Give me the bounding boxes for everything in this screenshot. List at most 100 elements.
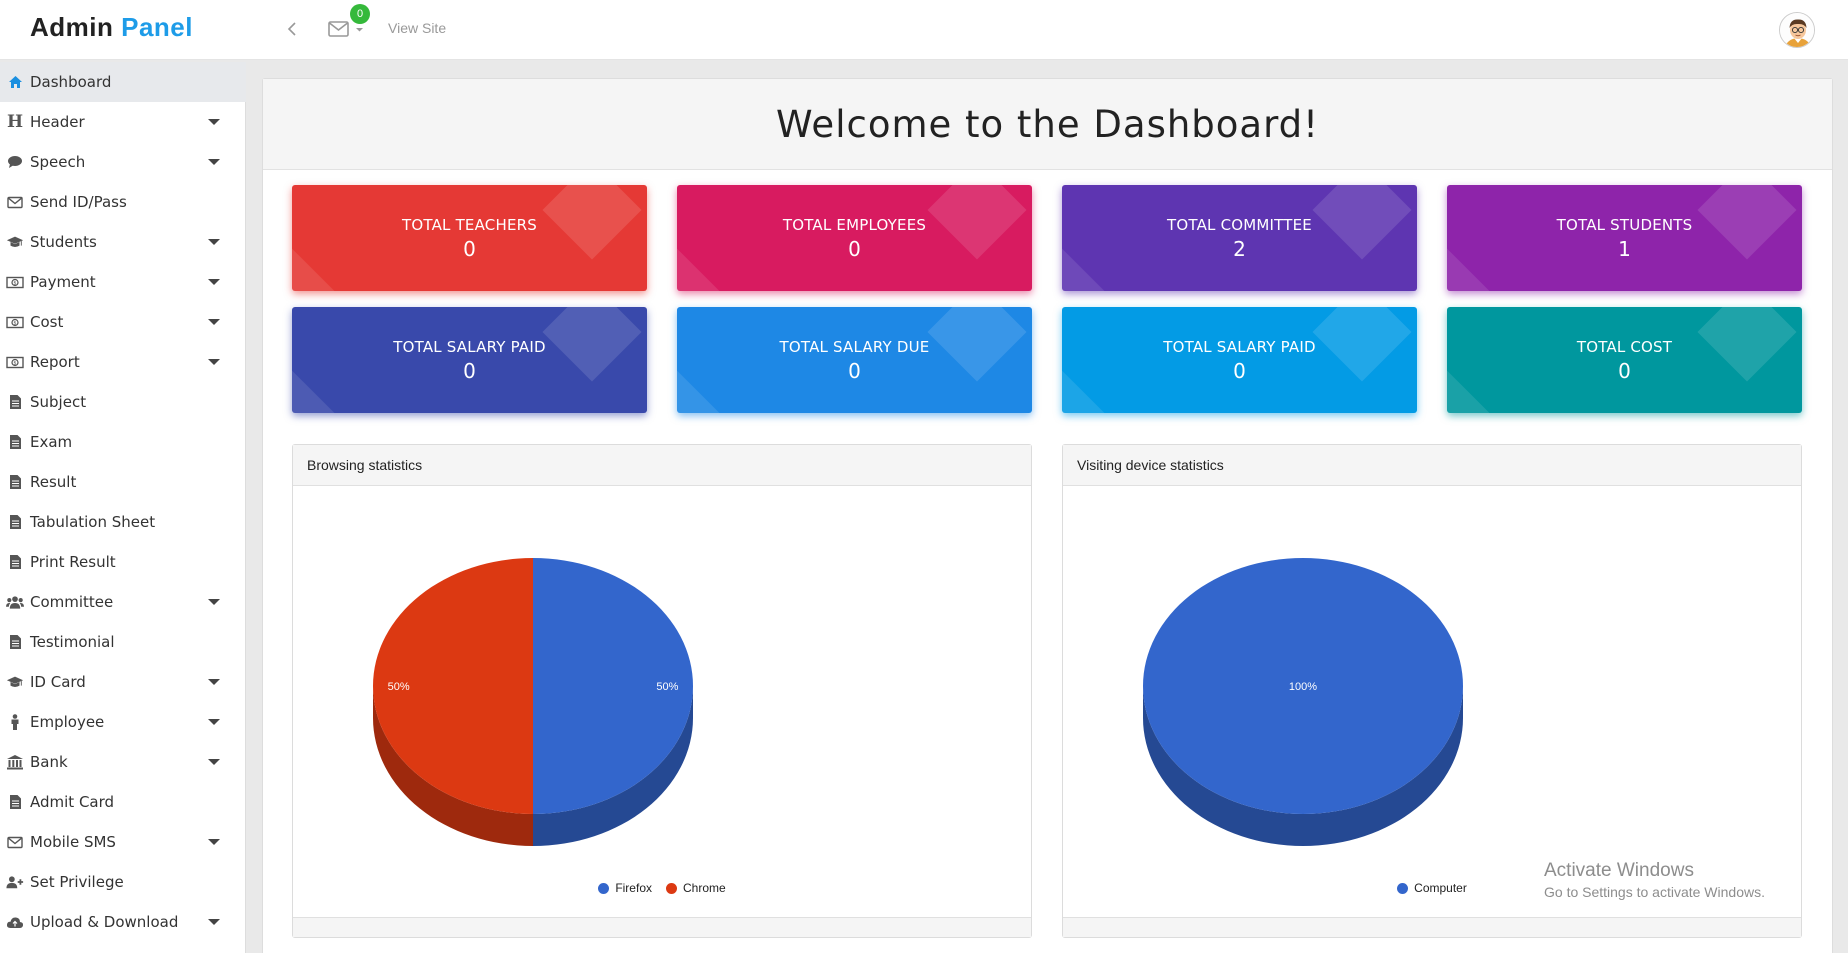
sidebar-item-label: Result [30,473,77,491]
sidebar-item-label: Report [30,353,80,371]
sidebar-item-label: Bank [30,753,68,771]
sidebar-item-label: Tabulation Sheet [30,513,156,531]
caret-down-icon [208,919,220,925]
sidebar-item-print-result[interactable]: Print Result [0,542,246,582]
svg-text:$: $ [13,360,16,366]
sidebar-toggle-chevron-left-icon[interactable] [282,17,302,41]
welcome-header: Welcome to the Dashboard! [263,79,1832,170]
sidebar-item-cost[interactable]: $ Cost [0,302,246,342]
sidebar-nav: Dashboard H Header Speech Send ID/Pass Studen… [0,62,246,953]
caret-down-icon [208,359,220,365]
sidebar-item-label: Header [30,113,85,131]
sidebar-item-label: Speech [30,153,86,171]
browsing-statistics-panel: Browsing statistics 50% 50% Firefox Chrome [292,444,1032,938]
windows-activation-watermark: Activate Windows Go to Settings to activ… [1544,860,1765,900]
sidebar-item-set-privilege[interactable]: Set Privilege [0,862,246,902]
stat-value: 1 [1618,237,1631,261]
legend-label: Firefox [615,881,652,895]
pie-data-label: 50% [656,681,678,693]
sidebar-item-testimonial[interactable]: Testimonial [0,622,246,662]
sidebar-item-label: Dashboard [30,73,112,91]
sidebar-item-id-card[interactable]: ID Card [0,662,246,702]
sidebar-item-upload-download[interactable]: Upload & Download [0,902,246,942]
sidebar-item-committee[interactable]: Committee [0,582,246,622]
sidebar-item-label: Employee [30,713,105,731]
file-icon [6,633,24,651]
sidebar-item-label: Payment [30,273,96,291]
sidebar-item-subject[interactable]: Subject [0,382,246,422]
sidebar-item-label: Upload & Download [30,913,179,931]
caret-down-icon [208,319,220,325]
stat-label: TOTAL COST [1576,338,1673,356]
stat-value: 0 [848,359,861,383]
graduation-cap-icon [6,233,24,251]
stat-card-total-teachers: TOTAL TEACHERS 0 [292,185,647,291]
header-icon: H [6,112,24,132]
sidebar-item-label: Send ID/Pass [30,193,127,211]
panel-title: Visiting device statistics [1063,445,1801,486]
bank-icon [6,753,24,771]
graduation-cap-icon [6,673,24,691]
watermark-line2: Go to Settings to activate Windows. [1544,884,1765,900]
view-site-link[interactable]: View Site [388,20,446,36]
stat-value: 0 [1618,359,1631,383]
sidebar-item-bank[interactable]: Bank [0,742,246,782]
users-icon [6,593,24,611]
sidebar-item-label: Admit Card [30,793,115,811]
legend-swatch [598,882,610,894]
sidebar-item-employee[interactable]: Employee [0,702,246,742]
browsing-pie-chart: 50% 50% [373,558,693,846]
stat-value: 0 [463,359,476,383]
device-pie-chart: 100% [1143,558,1463,846]
male-icon [6,713,24,731]
caret-down-icon [208,599,220,605]
home-icon [6,73,24,91]
sidebar-item-label: Testimonial [30,633,115,651]
sidebar-item-mobile-sms[interactable]: Mobile SMS [0,822,246,862]
sidebar-item-label: Students [30,233,97,251]
dashboard-content: Welcome to the Dashboard! TOTAL TEACHERS… [262,78,1833,953]
file-icon [6,793,24,811]
sidebar-item-students[interactable]: Students [0,222,246,262]
svg-text:$: $ [13,280,16,286]
sidebar-item-payment[interactable]: $ Payment [0,262,246,302]
stat-label: TOTAL EMPLOYEES [782,216,927,234]
sidebar-item-speech[interactable]: Speech [0,142,246,182]
caret-down-icon [208,679,220,685]
stat-card-total-salary-paid: TOTAL SALARY PAID 0 [1062,307,1417,413]
stat-card-total-salary-paid: TOTAL SALARY PAID 0 [292,307,647,413]
chart-legend: Firefox Chrome [293,881,1031,895]
sidebar-item-dashboard[interactable]: Dashboard [0,62,246,102]
user-avatar[interactable] [1779,12,1815,48]
stat-value: 0 [848,237,861,261]
cloud-icon [6,913,24,931]
sidebar-item-report[interactable]: $ Report [0,342,246,382]
brand-part1: Admin [30,12,114,42]
brand-part2: Panel [121,12,193,42]
sidebar-item-send-id-pass[interactable]: Send ID/Pass [0,182,246,222]
brand-logo[interactable]: Admin Panel [30,12,193,43]
caret-down-icon [208,159,220,165]
stat-label: TOTAL STUDENTS [1556,216,1693,234]
panel-footer [1063,917,1801,937]
sidebar-item-result[interactable]: Result [0,462,246,502]
sidebar-item-admit-card[interactable]: Admit Card [0,782,246,822]
sidebar-item-exam[interactable]: Exam [0,422,246,462]
messages-count-badge: 0 [350,4,370,24]
sidebar-item-header[interactable]: H Header [0,102,246,142]
legend-label: Computer [1414,881,1467,895]
avatar-icon [1780,13,1814,47]
user-plus-icon [6,873,24,891]
comment-icon [6,153,24,171]
sidebar-item-label: Committee [30,593,114,611]
sidebar-item-label: Cost [30,313,64,331]
sidebar-item-label: Subject [30,393,87,411]
money-icon: $ [6,353,24,371]
file-icon [6,393,24,411]
money-icon: $ [6,313,24,331]
sidebar-item-tabulation-sheet[interactable]: Tabulation Sheet [0,502,246,542]
stat-value: 0 [1233,359,1246,383]
legend-item-computer[interactable]: Computer [1397,881,1467,895]
legend-item-chrome[interactable]: Chrome [666,881,726,895]
legend-item-firefox[interactable]: Firefox [598,881,652,895]
